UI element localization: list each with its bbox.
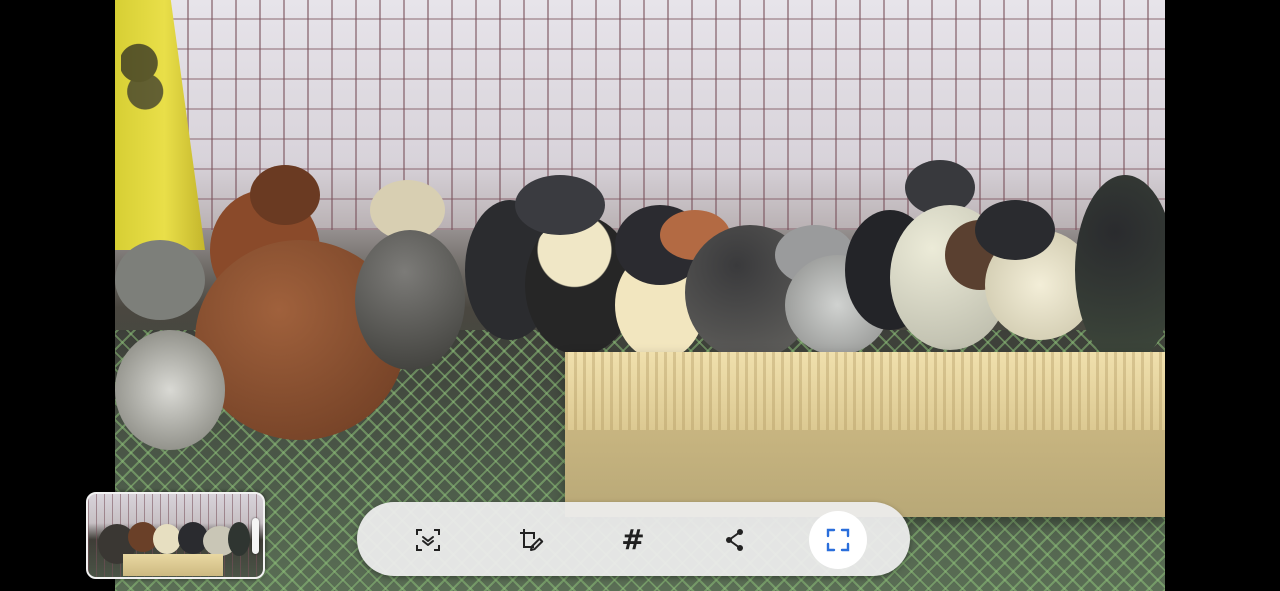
thumbnail-drag-handle[interactable] (252, 518, 259, 554)
screenshot-thumbnail[interactable] (86, 492, 265, 579)
scroll-capture-button[interactable] (399, 511, 457, 569)
tag-button[interactable]: # (604, 511, 662, 569)
crop-edit-icon (520, 529, 544, 551)
screenshot-toolbar: # (357, 502, 910, 576)
edit-button[interactable] (502, 511, 560, 569)
chick (515, 175, 605, 235)
chick (1075, 175, 1165, 365)
thumb-feeder (123, 554, 223, 576)
thumb-chick (228, 522, 250, 556)
share-button[interactable] (706, 511, 764, 569)
wooden-feeder (565, 352, 1165, 517)
chick (355, 230, 465, 370)
chick (115, 330, 225, 450)
scroll-capture-icon (416, 529, 440, 551)
chick (250, 165, 320, 225)
smart-select-icon (826, 528, 850, 552)
smart-select-button[interactable] (809, 511, 867, 569)
thumb-chick (153, 524, 181, 554)
hashtag-icon: # (621, 523, 645, 556)
share-icon (726, 529, 743, 551)
chick (975, 200, 1055, 260)
chick (115, 240, 205, 320)
